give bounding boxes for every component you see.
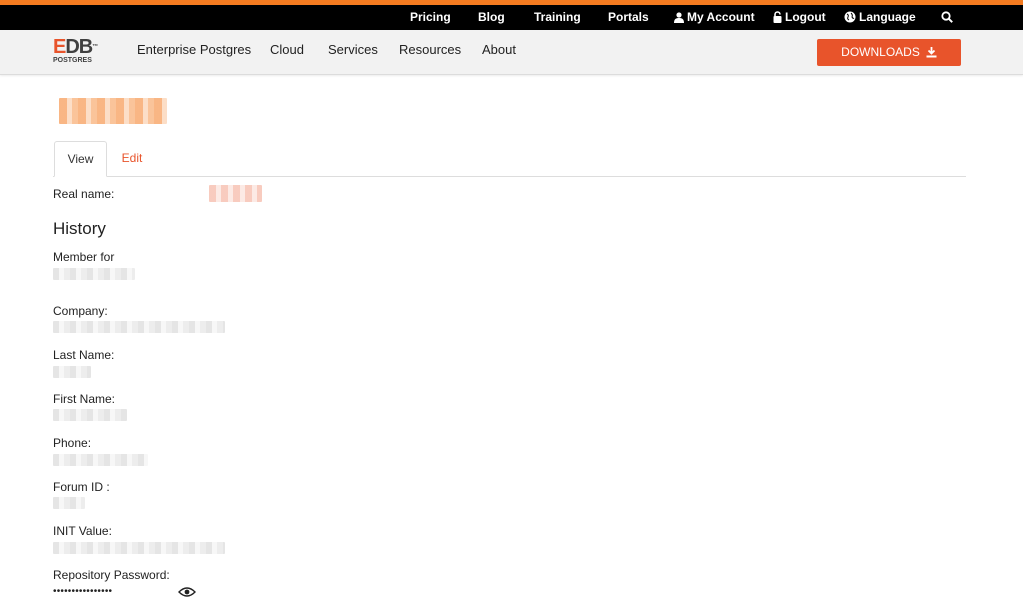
phone-label: Phone: [53,436,92,450]
real-name-value-redacted [209,185,262,202]
my-account-link[interactable]: My Account [674,5,755,30]
edb-postgres-logo[interactable]: EDB™ POSTGRES [53,37,105,69]
pricing-link[interactable]: Pricing [410,5,451,30]
forum-id-label: Forum ID : [53,480,110,494]
real-name-label: Real name: [53,187,115,201]
main-navbar: EDB™ POSTGRES Enterprise Postgres Cloud … [0,30,1023,75]
company-label: Company: [53,304,108,318]
language-link[interactable]: Language [844,5,916,30]
nav-services[interactable]: Services [328,30,378,70]
blog-link[interactable]: Blog [478,5,505,30]
company-value-redacted [53,321,225,333]
my-account-label: My Account [687,10,755,24]
nav-about[interactable]: About [482,30,516,70]
nav-cloud[interactable]: Cloud [270,30,304,70]
logout-link[interactable]: Logout [773,5,826,30]
lock-icon [773,11,782,23]
search-button[interactable] [941,5,956,30]
init-value-label: INIT Value: [53,524,112,538]
training-link[interactable]: Training [534,5,581,30]
member-for-label: Member for [53,250,115,264]
username-heading-redacted [59,98,167,124]
logo-e: E [53,36,66,58]
first-name-value-redacted [53,409,127,421]
user-icon [674,12,684,23]
first-name-label: First Name: [53,392,116,406]
downloads-button[interactable]: DOWNLOADS [817,39,961,66]
eye-icon[interactable] [178,585,196,599]
top-utility-bar: Pricing Blog Training Portals My Account… [0,5,1023,30]
logout-label: Logout [785,10,826,24]
nav-enterprise-postgres[interactable]: Enterprise Postgres [137,30,251,70]
repository-password-value: •••••••••••••••• [53,586,113,597]
last-name-value-redacted [53,366,91,378]
init-value-redacted [53,542,225,554]
nav-resources[interactable]: Resources [399,30,461,70]
logo-tm: ™ [92,44,98,50]
tab-edit[interactable]: Edit [112,141,152,177]
last-name-label: Last Name: [53,348,115,362]
logo-postgres: POSTGRES [53,57,92,64]
portals-link[interactable]: Portals [608,5,649,30]
tabs-divider [53,176,966,177]
download-icon [926,47,937,58]
globe-icon [844,11,856,23]
language-label: Language [859,10,916,24]
downloads-label: DOWNLOADS [841,45,920,59]
search-icon [941,11,953,23]
forum-id-value-redacted [53,497,85,509]
history-title: History [53,219,106,238]
tab-view[interactable]: View [54,141,107,177]
repository-password-label: Repository Password: [53,568,170,582]
member-for-value-redacted [53,268,135,280]
logo-db: DB [65,36,93,58]
phone-value-redacted [53,454,148,466]
